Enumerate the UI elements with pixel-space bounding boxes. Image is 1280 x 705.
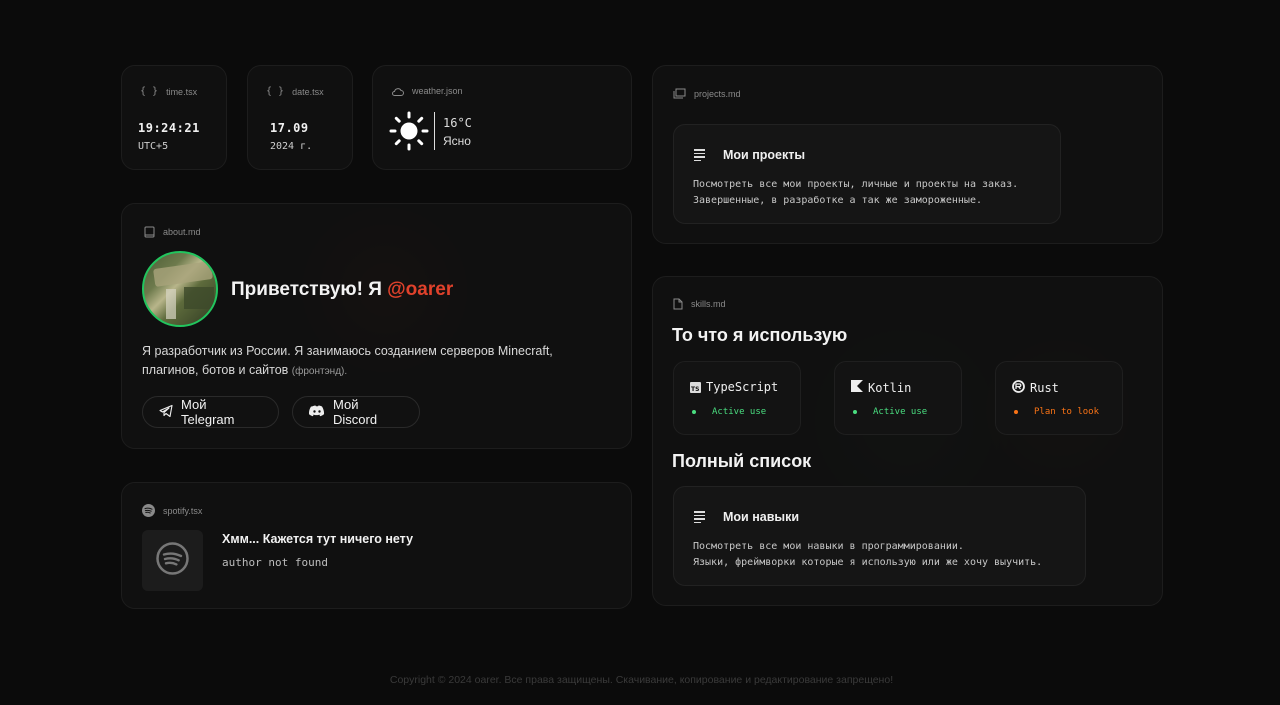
footer-copyright: Copyright © 2024 oarer. Все права защище… — [389, 674, 894, 686]
weather-condition: Ясно — [443, 134, 471, 148]
spotify-file-label: spotify.tsx — [142, 504, 202, 517]
skill-rust: Rust Plan to look — [995, 361, 1123, 435]
avatar — [142, 251, 218, 327]
text-lines-icon — [694, 147, 705, 163]
folders-icon — [673, 88, 686, 99]
status-dot — [692, 410, 696, 414]
time-card: { } time.tsx 19:24:21 UTC+5 — [121, 65, 227, 170]
skills-list-description: Посмотреть все мои навыки в программиров… — [693, 541, 1043, 568]
projects-description: Посмотреть все мои проекты, личные и про… — [693, 179, 1019, 206]
skills-heading: То что я использую — [672, 325, 848, 345]
skill-kotlin: Kotlin Active use — [834, 361, 962, 435]
skills-file-label: skills.md — [673, 298, 726, 310]
discord-icon — [308, 405, 325, 420]
braces-icon: { } — [266, 86, 285, 97]
discord-button[interactable]: Мой Discord — [292, 396, 420, 428]
typescript-icon: TS — [690, 381, 701, 393]
file-icon — [673, 298, 683, 310]
clock-time: 19:24:21 — [138, 121, 200, 135]
telegram-icon — [159, 404, 173, 421]
skills-link-card[interactable]: Мои навыки Посмотреть все мои навыки в п… — [673, 486, 1086, 586]
projects-file-label: projects.md — [673, 88, 741, 99]
weather-card: weather.json 16°C Ясно — [372, 65, 632, 170]
handle: @oarer — [387, 279, 454, 300]
album-art-placeholder — [142, 530, 203, 591]
about-file-label: about.md — [144, 226, 201, 238]
full-list-heading: Полный список — [672, 451, 812, 471]
time-file-label: { } time.tsx — [140, 86, 198, 97]
skills-card: skills.md То что я использую TS TypeScri… — [652, 276, 1163, 606]
projects-title: Мои проекты — [723, 148, 806, 162]
braces-icon: { } — [140, 86, 159, 97]
sun-icon — [389, 111, 429, 156]
about-card: about.md Приветствую! Я @oarer Я разрабо… — [121, 203, 632, 449]
spotify-card: spotify.tsx Хмм... Кажется тут ничего не… — [121, 482, 632, 609]
date-value: 17.09 — [270, 121, 309, 135]
skills-list-title: Мои навыки — [723, 510, 800, 524]
spotify-small-icon — [142, 504, 155, 517]
projects-link-card[interactable]: Мои проекты Посмотреть все мои проекты, … — [673, 124, 1061, 224]
weather-file-label: weather.json — [391, 86, 463, 96]
projects-card: projects.md Мои проекты Посмотреть все м… — [652, 65, 1163, 244]
clock-timezone: UTC+5 — [138, 141, 169, 152]
book-icon — [144, 226, 155, 238]
date-year: 2024 г. — [270, 141, 313, 152]
date-file-label: { } date.tsx — [266, 86, 324, 97]
bio: Я разработчик из России. Я занимаюсь соз… — [142, 344, 553, 377]
greeting: Приветствую! Я @oarer — [231, 279, 454, 300]
skill-typescript: TS TypeScript Active use — [673, 361, 801, 435]
cloud-icon — [391, 87, 404, 96]
rust-icon — [1012, 380, 1025, 396]
kotlin-icon — [851, 380, 863, 395]
spotify-title: Хмм... Кажется тут ничего нету — [222, 532, 414, 546]
text-lines-icon — [694, 509, 705, 525]
weather-divider — [434, 112, 435, 150]
date-card: { } date.tsx 17.09 2024 г. — [247, 65, 353, 170]
spotify-subtitle: author not found — [222, 556, 328, 569]
telegram-button[interactable]: Мой Telegram — [142, 396, 279, 428]
status-dot — [853, 410, 857, 414]
spotify-icon — [156, 541, 189, 580]
status-dot — [1014, 410, 1018, 414]
weather-temp: 16°C — [443, 116, 472, 130]
